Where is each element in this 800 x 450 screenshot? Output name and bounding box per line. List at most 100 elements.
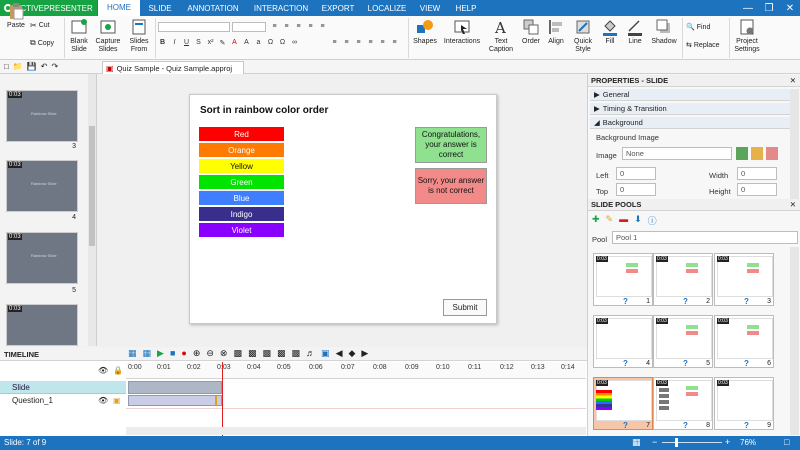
tab-slide[interactable]: SLIDE — [142, 0, 178, 16]
captions-icon[interactable]: ▣ — [321, 348, 330, 359]
submit-button[interactable]: Submit — [443, 299, 487, 316]
slide-thumbnail[interactable]: 0:03 Rainbow Slide — [6, 160, 78, 212]
minimize-icon[interactable]: — — [738, 0, 758, 16]
document-tab[interactable]: ▣ Quiz Sample - Quiz Sample.approj — [102, 61, 244, 74]
left-field[interactable]: 0 — [616, 167, 656, 180]
indent-icon[interactable]: ≡ — [294, 22, 303, 31]
justify-icon[interactable]: ≡ — [366, 38, 375, 47]
image-field[interactable]: None — [622, 147, 732, 160]
image-add-icon[interactable] — [751, 147, 763, 160]
replace-button[interactable]: ⇆ Replace — [686, 40, 720, 50]
quick-style-button[interactable]: Quick Style — [570, 18, 596, 58]
shrink-font-icon[interactable]: a — [254, 38, 263, 47]
marker-icon[interactable]: ◆ — [348, 348, 355, 359]
insert-time-icon[interactable]: ▩ — [277, 348, 286, 359]
italic-icon[interactable]: I — [170, 38, 179, 47]
thumbnail-scrollbar[interactable] — [88, 74, 96, 346]
section-timing[interactable]: ▶ Timing & Transition — [590, 103, 790, 115]
fit-view-icon[interactable]: ▦ — [632, 437, 641, 448]
capture-slides-button[interactable]: Capture Slides — [94, 18, 122, 58]
pin-icon[interactable]: ✕ — [790, 76, 796, 85]
tab-annotation[interactable]: ANNOTATION — [180, 0, 246, 16]
undo-icon[interactable]: ↶ — [41, 62, 48, 71]
sort-item-indigo[interactable]: Indigo — [199, 207, 284, 221]
lock-icon[interactable]: 🔒 — [113, 366, 123, 375]
properties-scrollbar[interactable] — [790, 89, 799, 199]
zoom-slider-track[interactable] — [662, 442, 722, 443]
line-spacing-icon[interactable]: ≡ — [390, 38, 399, 47]
play-icon[interactable]: ▶ — [157, 348, 164, 359]
incorrect-message[interactable]: Sorry, your answer is not correct — [415, 168, 487, 204]
pool-thumbnail[interactable]: 0:03? 9 — [714, 377, 774, 430]
zoom-out-small-icon[interactable]: − — [652, 437, 657, 447]
align-center-icon[interactable]: ≡ — [342, 38, 351, 47]
restore-icon[interactable]: ❐ — [759, 0, 779, 16]
add-icon[interactable]: ✚ — [592, 214, 600, 227]
add-track-icon[interactable]: ▦ — [128, 348, 137, 359]
timeline-hscroll[interactable] — [126, 427, 586, 435]
find-button[interactable]: 🔍 Find — [686, 22, 710, 32]
shapes-button[interactable]: Shapes — [412, 18, 438, 58]
numbering-icon[interactable]: ≡ — [282, 22, 291, 31]
slide-track-bar[interactable] — [128, 381, 222, 394]
playhead[interactable] — [222, 362, 223, 436]
width-field[interactable]: 0 — [737, 167, 777, 180]
record-icon[interactable]: ● — [181, 348, 186, 359]
font-size-combo[interactable] — [232, 22, 266, 32]
pools-scrollbar[interactable] — [790, 247, 799, 435]
sort-item-orange[interactable]: Orange — [199, 143, 284, 157]
zoom-in-icon[interactable]: ⊕ — [193, 348, 201, 359]
tab-interaction[interactable]: INTERACTION — [249, 0, 313, 16]
clear-format-icon[interactable]: ∞ — [290, 38, 299, 47]
sort-item-red[interactable]: Red — [199, 127, 284, 141]
sort-item-blue[interactable]: Blue — [199, 191, 284, 205]
section-background[interactable]: ◢ Background — [590, 117, 790, 129]
tab-export[interactable]: EXPORT — [316, 0, 360, 16]
fullscreen-icon[interactable]: □ — [784, 437, 789, 447]
align-right-icon[interactable]: ≡ — [354, 38, 363, 47]
stop-icon[interactable]: ■ — [170, 348, 175, 359]
track-visibility-icon[interactable]: 👁 — [98, 396, 108, 405]
slide-thumbnail[interactable]: 0:03 Rainbow Slide — [6, 90, 78, 142]
delete-range-icon[interactable]: ▩ — [263, 348, 272, 359]
pool-select[interactable]: Pool 1 — [612, 231, 798, 244]
special-char-icon[interactable]: Ω — [278, 38, 287, 47]
text-caption-button[interactable]: A Text Caption — [486, 18, 516, 58]
slides-from-button[interactable]: Slides From — [125, 18, 153, 58]
pool-thumbnail[interactable]: 0:03? 4 — [593, 315, 653, 368]
image-remove-icon[interactable] — [766, 147, 778, 160]
top-field[interactable]: 0 — [616, 183, 656, 196]
freeze-icon[interactable]: ▩ — [292, 348, 301, 359]
blank-slide-button[interactable]: Blank Slide — [67, 18, 91, 58]
shadow-button[interactable]: Shadow — [649, 18, 679, 58]
split-icon[interactable]: ▩ — [233, 348, 242, 359]
outdent-icon[interactable]: ≡ — [306, 22, 315, 31]
cut-button[interactable]: ✂ Cut — [30, 20, 50, 30]
height-field[interactable]: 0 — [737, 183, 777, 196]
track-slide[interactable]: Slide — [0, 381, 126, 394]
sort-item-yellow[interactable]: Yellow — [199, 159, 284, 173]
question-track-bar[interactable] — [128, 395, 222, 406]
tab-help[interactable]: HELP — [449, 0, 483, 16]
slide-thumbnail[interactable]: 0:03 Rainbow Slide — [6, 232, 78, 284]
new-icon[interactable]: □ — [4, 62, 9, 71]
highlight-icon[interactable]: ✎ — [218, 38, 227, 47]
zoom-fit-icon[interactable]: ⊗ — [220, 348, 228, 359]
save-icon[interactable]: 💾 — [27, 62, 37, 71]
interactions-button[interactable]: Interactions — [441, 18, 483, 58]
direction-icon[interactable]: ≡ — [318, 22, 327, 31]
tab-home[interactable]: HOME — [98, 0, 140, 16]
info-icon[interactable]: ⓘ — [648, 214, 657, 227]
zoom-out-icon[interactable]: ⊖ — [206, 348, 214, 359]
zoom-slider-thumb[interactable] — [675, 438, 678, 447]
copy-button[interactable]: ⧉ Copy — [30, 38, 54, 48]
open-icon[interactable]: 📁 — [13, 62, 23, 71]
prev-marker-icon[interactable]: ◀ — [336, 348, 343, 359]
valign-icon[interactable]: ≡ — [378, 38, 387, 47]
underline-icon[interactable]: U — [182, 38, 191, 47]
superscript-icon[interactable]: x² — [206, 38, 215, 47]
project-settings-button[interactable]: Project Settings — [732, 18, 762, 58]
sort-item-violet[interactable]: Violet — [199, 223, 284, 237]
close-icon[interactable]: ✕ — [780, 0, 800, 16]
bold-icon[interactable]: B — [158, 38, 167, 47]
